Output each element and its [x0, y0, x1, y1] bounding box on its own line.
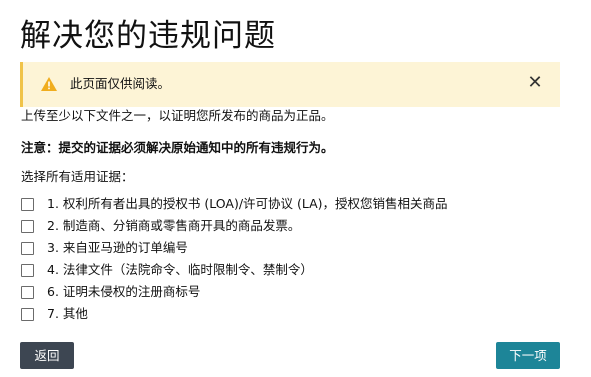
evidence-option-label: 4. 法律文件（法院命令、临时限制令、禁制令） — [47, 262, 313, 277]
evidence-option[interactable]: 7. 其他 — [21, 303, 541, 325]
evidence-option-label: 1. 权利所有者出具的授权书 (LOA)/许可协议 (LA)，授权您销售相关商品 — [47, 196, 448, 211]
checkbox[interactable] — [21, 219, 34, 233]
back-button[interactable]: 返回 — [20, 342, 74, 369]
evidence-option[interactable]: 4. 法律文件（法院命令、临时限制令、禁制令） — [21, 259, 541, 281]
evidence-option[interactable]: 6. 证明未侵权的注册商标号 — [21, 281, 541, 303]
evidence-select-label: 选择所有适用证据： — [21, 169, 134, 184]
evidence-option-label: 6. 证明未侵权的注册商标号 — [47, 284, 201, 299]
evidence-option-label: 3. 来自亚马逊的订单编号 — [47, 240, 188, 255]
checkbox[interactable] — [21, 263, 34, 277]
evidence-option[interactable]: 1. 权利所有者出具的授权书 (LOA)/许可协议 (LA)，授权您销售相关商品 — [21, 193, 541, 215]
evidence-option-label: 2. 制造商、分销商或零售商开具的商品发票。 — [47, 218, 301, 233]
next-button[interactable]: 下一项 — [496, 342, 560, 369]
checkbox[interactable] — [21, 241, 34, 255]
evidence-options: 1. 权利所有者出具的授权书 (LOA)/许可协议 (LA)，授权您销售相关商品… — [21, 193, 541, 325]
checkbox[interactable] — [21, 197, 34, 211]
checkbox[interactable] — [21, 307, 34, 321]
checkbox[interactable] — [21, 285, 34, 299]
page-title: 解决您的违规问题 — [20, 18, 276, 54]
evidence-option[interactable]: 2. 制造商、分销商或零售商开具的商品发票。 — [21, 215, 541, 237]
upload-instruction: 上传至少以下文件之一，以证明您所发布的商品为正品。 — [21, 108, 334, 123]
evidence-option[interactable]: 3. 来自亚马逊的订单编号 — [21, 237, 541, 259]
evidence-option-label: 7. 其他 — [47, 306, 88, 321]
notice-text: 注意：提交的证据必须解决原始通知中的所有违规行为。 — [21, 140, 334, 155]
close-icon[interactable]: ✕ — [526, 74, 544, 92]
warning-icon — [41, 77, 57, 91]
read-only-alert: 此页面仅供阅读。 ✕ — [20, 62, 560, 107]
alert-message: 此页面仅供阅读。 — [70, 76, 171, 91]
violation-resolution-page: 解决您的违规问题 此页面仅供阅读。 ✕ 上传至少以下文件之一，以证明您所发布的商… — [0, 0, 591, 377]
